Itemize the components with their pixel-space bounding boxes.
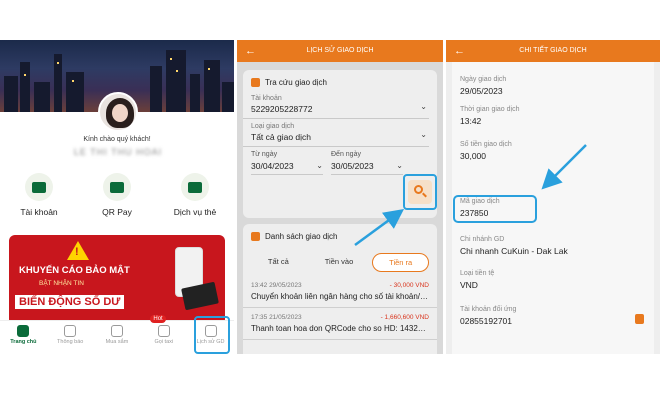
filter-all[interactable]: Tất cả	[251, 253, 306, 272]
chevron-down-icon: ⌄	[420, 102, 427, 111]
greeting-text: Kính chào quý khách!	[83, 136, 151, 143]
hot-badge: Hot	[150, 315, 166, 323]
back-arrow-icon[interactable]: ←	[454, 40, 465, 62]
account-select[interactable]: 5229205228772 ⌄	[243, 102, 429, 119]
quick-action-account[interactable]: Tài khoản	[4, 173, 74, 217]
tab-shopping[interactable]: Mua sắm	[94, 321, 141, 354]
car-icon	[157, 325, 170, 337]
search-doc-icon	[251, 78, 260, 87]
to-date-picker[interactable]: 30/05/2023 ⌄	[331, 158, 403, 175]
qr-icon	[103, 173, 131, 201]
transaction-datetime: 13:42 29/05/2023	[251, 282, 302, 289]
shopping-bag-icon	[110, 325, 123, 337]
list-icon	[251, 232, 260, 241]
highlight-box-transaction-id	[453, 195, 537, 223]
card-icon	[181, 173, 209, 201]
chevron-down-icon: ⌄	[420, 130, 427, 139]
transaction-amount: - 1,660,600 VND	[380, 314, 429, 321]
tab-taxi[interactable]: Hot Gọi taxi	[140, 315, 187, 354]
user-name: LE THI THU HOAI	[73, 147, 163, 157]
date-range: Từ ngày 30/04/2023 ⌄ Đến ngày 30/05/2023…	[243, 151, 437, 175]
transaction-amount: - 30,000 VND	[389, 282, 429, 289]
home-screen: Kính chào quý khách! LE THI THU HOAI Tài…	[0, 40, 234, 354]
quick-action-card-service[interactable]: Dịch vụ thẻ	[160, 173, 230, 217]
detail-field-currency: Loại tiền tệ VND	[460, 270, 495, 290]
banner-subtitle: BẬT NHẬN TIN	[39, 280, 84, 287]
security-warning-banner[interactable]: ! KHUYẾN CÁO BẢO MẬT BẬT NHẬN TIN BIẾN Đ…	[9, 235, 225, 325]
tab-home[interactable]: Trang chủ	[0, 321, 47, 354]
from-date-label: Từ ngày	[251, 151, 278, 158]
tab-notifications[interactable]: Thông báo	[47, 321, 94, 354]
highlight-box-history-tab	[194, 316, 230, 354]
to-date-label: Đến ngày	[331, 151, 361, 158]
transaction-row[interactable]: 13:42 29/05/2023 - 30,000 VND Chuyển kho…	[243, 276, 437, 308]
banner-highlight: BIẾN ĐỘNG SỐ DƯ	[15, 295, 125, 309]
detail-field-time: Thời gian giao dịch 13:42	[460, 106, 520, 126]
transaction-row[interactable]: 17:35 21/05/2023 - 1,660,600 VND Thanh t…	[243, 308, 437, 340]
history-header: ← LỊCH SỬ GIAO DỊCH	[237, 40, 443, 62]
filter-outgoing[interactable]: Tiền ra	[372, 253, 430, 272]
transaction-datetime: 17:35 21/05/2023	[251, 314, 302, 321]
filter-tabs: Tất cả Tiền vào Tiền ra	[243, 249, 437, 276]
page-title: LỊCH SỬ GIAO DỊCH	[306, 47, 374, 54]
filter-incoming[interactable]: Tiền vào	[312, 253, 367, 272]
type-label: Loại giao dịch	[251, 123, 295, 130]
detail-field-counter-account: Tài khoản đối ứng 02855192701	[460, 306, 517, 326]
chevron-down-icon: ⌄	[316, 161, 323, 170]
copy-icon[interactable]	[635, 314, 644, 324]
quick-actions: Tài khoản QR Pay Dịch vụ thẻ	[0, 173, 234, 217]
quick-action-qr-pay[interactable]: QR Pay	[82, 173, 152, 217]
account-label: Tài khoản	[251, 95, 282, 102]
lookup-section-title: Tra cứu giao dịch	[243, 70, 437, 95]
detail-header: ← CHI TIẾT GIAO DỊCH	[446, 40, 660, 62]
transaction-list-card: Danh sách giao dịch Tất cả Tiền vào Tiền…	[243, 224, 437, 354]
detail-field-branch: Chi nhánh GD Chi nhanh CuKuin - Dak Lak	[460, 236, 568, 256]
from-date-picker[interactable]: 30/04/2023 ⌄	[251, 158, 323, 175]
bell-icon	[64, 325, 77, 337]
transaction-description: Thanh toan hoa don QRCode cho so HD: 143…	[251, 324, 429, 333]
back-arrow-icon[interactable]: ←	[245, 40, 256, 62]
page-title: CHI TIẾT GIAO DỊCH	[519, 47, 587, 54]
type-select[interactable]: Tất cả giao dịch ⌄	[243, 130, 429, 147]
home-icon	[17, 325, 30, 337]
history-screen: ← LỊCH SỬ GIAO DỊCH Tra cứu giao dịch Tà…	[237, 40, 443, 354]
banner-title: KHUYẾN CÁO BẢO MẬT	[19, 265, 130, 276]
chevron-down-icon: ⌄	[396, 161, 403, 170]
list-section-title: Danh sách giao dịch	[243, 224, 437, 249]
wallet-icon	[25, 173, 53, 201]
transaction-description: Chuyển khoản liên ngân hàng cho số tài k…	[251, 292, 429, 301]
avatar[interactable]	[98, 92, 138, 132]
detail-field-date: Ngày giao dịch 29/05/2023	[460, 76, 507, 96]
detail-field-amount: Số tiền giao dịch 30,000	[460, 141, 512, 161]
highlight-box-search	[403, 174, 437, 210]
